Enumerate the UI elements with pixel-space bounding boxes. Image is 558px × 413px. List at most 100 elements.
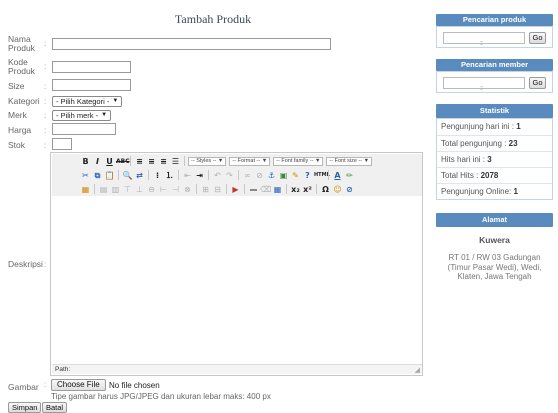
toolbar-separator xyxy=(316,184,317,194)
delete-col-icon[interactable]: ⊗ xyxy=(182,184,193,195)
subscript-icon[interactable]: x₂ xyxy=(290,184,301,195)
stat-row: Total pengunjung : 23 xyxy=(437,135,552,151)
kode-produk-input[interactable] xyxy=(52,61,131,73)
row-props-icon[interactable]: ▤ xyxy=(98,184,109,195)
resize-handle-icon[interactable]: ◢ xyxy=(415,366,420,374)
size-input[interactable] xyxy=(52,79,131,91)
toolbar-separator xyxy=(328,170,329,180)
align-center-icon[interactable]: ≡ xyxy=(146,156,157,167)
format-select[interactable]: -- Format -- ▼ xyxy=(229,156,271,166)
image-icon[interactable]: ▣ xyxy=(278,170,289,181)
copy-icon[interactable]: ⧉ xyxy=(92,170,103,181)
search-product-input[interactable]: ⌶ xyxy=(443,32,525,47)
font-size-select[interactable]: -- Font size -- ▼ xyxy=(326,156,373,166)
insert-row-before-icon[interactable]: ⊤ xyxy=(122,184,133,195)
unlink-icon[interactable]: ⊘ xyxy=(254,170,265,181)
delete-row-icon[interactable]: ⊖ xyxy=(146,184,157,195)
emoticon-icon[interactable]: ☺ xyxy=(332,184,343,195)
insert-table-icon[interactable]: ▦ xyxy=(80,184,91,195)
styles-select[interactable]: -- Styles -- ▼ xyxy=(188,156,227,166)
toolbar-separator xyxy=(238,170,239,180)
label-merk: Merk xyxy=(8,110,27,120)
save-button[interactable]: Simpan xyxy=(8,402,42,413)
statistics-panel: Statistik Pengunjung hari ini : 1 Total … xyxy=(436,104,553,200)
italic-icon[interactable]: I xyxy=(92,156,103,167)
cell-props-icon[interactable]: ▥ xyxy=(110,184,121,195)
underline-icon[interactable]: U xyxy=(104,156,115,167)
outdent-icon[interactable]: ⇤ xyxy=(182,170,193,181)
align-left-icon[interactable]: ≡ xyxy=(134,156,145,167)
search-member-title: Pencarian member xyxy=(436,59,553,71)
merk-select[interactable]: - Pilih merk - ▼ xyxy=(52,110,112,121)
editor-toolbar-row-3: ▦ ▤ ▥ ⊤ ⊥ ⊖ ⊢ ⊣ ⊗ ⊞ ⊟ ▶ — ⌫ ▦ x₂ x² Ω ☺ … xyxy=(52,182,422,196)
styles-select-label: -- Styles -- xyxy=(191,157,217,164)
search-member-input[interactable]: ⌶ xyxy=(443,77,525,92)
choose-file-button[interactable]: Choose File xyxy=(51,379,106,391)
stat-value: 3 xyxy=(487,155,492,164)
colon: : xyxy=(44,260,47,269)
label-kategori: Kategori xyxy=(8,96,40,106)
strikethrough-icon[interactable]: ABC xyxy=(116,156,130,167)
paste-icon[interactable]: 📋 xyxy=(104,170,115,181)
superscript-icon[interactable]: x² xyxy=(302,184,313,195)
align-justify-icon[interactable]: ☰ xyxy=(170,156,181,167)
insert-col-after-icon[interactable]: ⊣ xyxy=(170,184,181,195)
kategori-select[interactable]: - Pilih Kategori - ▼ xyxy=(52,96,123,107)
editor-content-area[interactable] xyxy=(52,197,422,365)
file-hint: Tipe gambar harus JPG/JPEG dan ukuran le… xyxy=(51,392,271,401)
find-icon[interactable]: 🔍 xyxy=(122,170,133,181)
link-icon[interactable]: ∞ xyxy=(242,170,253,181)
toolbar-separator xyxy=(94,184,95,194)
search-member-go-button[interactable]: Go xyxy=(529,77,546,89)
cut-icon[interactable]: ✂ xyxy=(80,170,91,181)
highlight-color-icon[interactable]: ✏ xyxy=(344,170,355,181)
insert-row-after-icon[interactable]: ⊥ xyxy=(134,184,145,195)
merge-cells-icon[interactable]: ⊟ xyxy=(212,184,223,195)
toolbar-separator xyxy=(196,184,197,194)
address-name: Kuwera xyxy=(479,235,510,245)
bold-icon[interactable]: B xyxy=(80,156,91,167)
toolbar-separator xyxy=(130,156,131,166)
address-title: Alamat xyxy=(436,213,553,227)
rich-text-editor: B I U ABC ≡ ≡ ≡ ☰ -- Styles -- ▼ -- Form… xyxy=(50,152,423,376)
colon: : xyxy=(44,97,47,106)
search-product-go-button[interactable]: Go xyxy=(529,32,546,44)
chevron-down-icon: ▼ xyxy=(112,98,119,104)
help-icon[interactable]: ? xyxy=(302,170,313,181)
colon: : xyxy=(44,82,47,91)
youtube-icon[interactable]: ▶ xyxy=(230,184,241,195)
indent-icon[interactable]: ⇥ xyxy=(194,170,205,181)
undo-icon[interactable]: ↶ xyxy=(212,170,223,181)
visual-aid-icon[interactable]: ▦ xyxy=(272,184,283,195)
special-char-icon[interactable]: Ω xyxy=(320,184,331,195)
replace-icon[interactable]: ⇄ xyxy=(134,170,145,181)
split-cells-icon[interactable]: ⊞ xyxy=(200,184,211,195)
horizontal-rule-icon[interactable]: — xyxy=(248,184,259,195)
insert-col-before-icon[interactable]: ⊢ xyxy=(158,184,169,195)
bullet-list-icon[interactable]: ⁝ xyxy=(152,170,163,181)
media-icon[interactable]: ⊘ xyxy=(344,184,355,195)
remove-format-icon[interactable]: ⌫ xyxy=(260,184,271,195)
editor-toolbar-row-1: B I U ABC ≡ ≡ ≡ ☰ -- Styles -- ▼ -- Form… xyxy=(52,154,422,168)
nama-produk-input[interactable] xyxy=(52,38,331,50)
file-status: No file chosen xyxy=(109,381,160,390)
font-family-select[interactable]: -- Font family -- ▼ xyxy=(273,156,324,166)
cancel-button[interactable]: Batal xyxy=(42,402,68,413)
text-cursor-icon: ⌶ xyxy=(480,86,484,92)
address-panel: Alamat Kuwera RT 01 / RW 03 Gadungan (Ti… xyxy=(436,213,553,282)
numbered-list-icon[interactable]: ⒈ xyxy=(164,170,175,181)
anchor-icon[interactable]: ⚓ xyxy=(266,170,277,181)
stat-row: Pengunjung hari ini : 1 xyxy=(437,119,552,135)
html-source-icon[interactable]: HTML xyxy=(314,170,330,181)
stok-input[interactable] xyxy=(52,138,72,150)
font-color-icon[interactable]: A xyxy=(332,170,343,181)
stat-value: 1 xyxy=(513,187,518,196)
kategori-selected: - Pilih Kategori - xyxy=(56,97,110,106)
align-right-icon[interactable]: ≡ xyxy=(158,156,169,167)
font-size-select-label: -- Font size -- xyxy=(329,157,363,164)
harga-input[interactable] xyxy=(52,123,116,135)
cleanup-icon[interactable]: ✎ xyxy=(290,170,301,181)
toolbar-separator xyxy=(178,170,179,180)
search-member-body: ⌶ Go xyxy=(436,71,553,93)
redo-icon[interactable]: ↷ xyxy=(224,170,235,181)
